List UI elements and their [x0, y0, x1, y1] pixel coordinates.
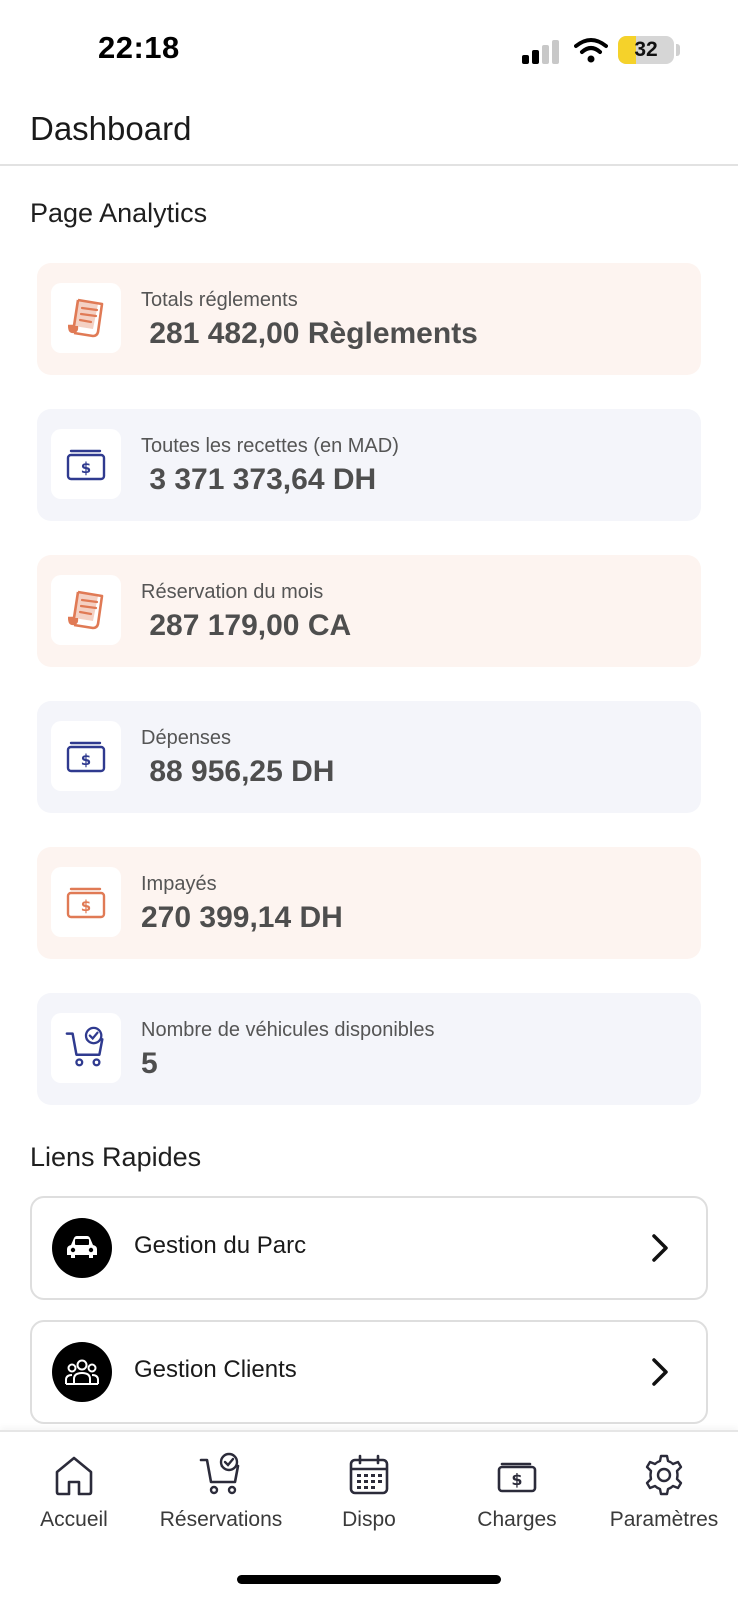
- chevron-right-icon: [652, 1358, 668, 1386]
- card-label: Nombre de véhicules disponibles: [141, 1019, 435, 1041]
- battery-level: 32: [634, 38, 658, 61]
- gear-icon: [645, 1454, 683, 1496]
- nav-item-accueil[interactable]: Accueil: [4, 1452, 144, 1552]
- battery-icon: 32: [618, 36, 674, 64]
- nav-label: Charges: [477, 1508, 557, 1531]
- wallet-icon: $: [51, 721, 121, 791]
- nav-item-dispo[interactable]: Dispo: [299, 1452, 439, 1552]
- quick-link-label: Gestion Clients: [134, 1356, 297, 1383]
- quick-link-gestion-parc[interactable]: Gestion du Parc: [30, 1196, 708, 1300]
- receipt-icon: [51, 283, 121, 353]
- nav-label: Réservations: [159, 1508, 283, 1531]
- card-label: Impayés: [141, 873, 217, 895]
- svg-text:$: $: [81, 751, 91, 769]
- nav-label: Accueil: [40, 1508, 108, 1531]
- wallet-icon: $: [51, 429, 121, 499]
- calendar-icon: [349, 1454, 389, 1495]
- analytics-section-title: Page Analytics: [30, 198, 208, 228]
- analytics-card[interactable]: $ Impayés 270 399,14 DH: [37, 847, 701, 959]
- car-icon: [52, 1218, 112, 1278]
- analytics-card[interactable]: Nombre de véhicules disponibles 5: [37, 993, 701, 1105]
- app-header: Dashboard: [0, 96, 738, 166]
- card-value: 88 956,25 DH: [141, 755, 335, 788]
- wallet-icon: $: [51, 867, 121, 937]
- nav-label: Dispo: [342, 1508, 396, 1531]
- nav-item-charges[interactable]: $ Charges: [447, 1452, 587, 1552]
- card-label: Dépenses: [141, 727, 232, 749]
- status-time: 22:18: [98, 30, 180, 65]
- card-label: Totals réglements: [141, 289, 298, 311]
- nav-item-reservations[interactable]: Réservations: [151, 1452, 291, 1552]
- cart-check-icon: [199, 1452, 240, 1495]
- card-value: 3 371 373,64 DH: [141, 463, 377, 496]
- quick-link-label: Gestion du Parc: [134, 1232, 307, 1259]
- card-value: 270 399,14 DH: [141, 901, 343, 934]
- nav-item-parametres[interactable]: Paramètres: [594, 1452, 734, 1552]
- svg-text:$: $: [81, 897, 91, 915]
- card-label: Réservation du mois: [141, 581, 324, 603]
- wifi-icon: [574, 38, 608, 63]
- chevron-right-icon: [652, 1234, 668, 1262]
- nav-label: Paramètres: [609, 1508, 719, 1531]
- svg-text:$: $: [81, 459, 91, 477]
- card-value: 281 482,00 Règlements: [141, 317, 478, 350]
- receipt-icon: [51, 575, 121, 645]
- home-icon: [55, 1456, 93, 1496]
- quick-links-section-title: Liens Rapides: [30, 1142, 202, 1172]
- page-title: Dashboard: [30, 110, 192, 147]
- cart-check-icon: [51, 1013, 121, 1083]
- analytics-card[interactable]: $ Toutes les recettes (en MAD) 3 371 373…: [37, 409, 701, 521]
- quick-link-gestion-clients[interactable]: Gestion Clients: [30, 1320, 708, 1424]
- battery-tip: [676, 44, 680, 56]
- card-value: 287 179,00 CA: [141, 609, 352, 642]
- cellular-signal-icon: [522, 40, 562, 64]
- card-value: 5: [141, 1047, 158, 1080]
- analytics-card[interactable]: Totals réglements 281 482,00 Règlements: [37, 263, 701, 375]
- card-label: Toutes les recettes (en MAD): [141, 435, 399, 457]
- status-bar: 22:18 32: [0, 0, 738, 96]
- analytics-card[interactable]: $ Dépenses 88 956,25 DH: [37, 701, 701, 813]
- analytics-card[interactable]: Réservation du mois 287 179,00 CA: [37, 555, 701, 667]
- home-indicator: [237, 1575, 501, 1584]
- svg-text:$: $: [511, 1470, 522, 1489]
- users-icon: [52, 1342, 112, 1402]
- wallet-icon: $: [497, 1462, 537, 1493]
